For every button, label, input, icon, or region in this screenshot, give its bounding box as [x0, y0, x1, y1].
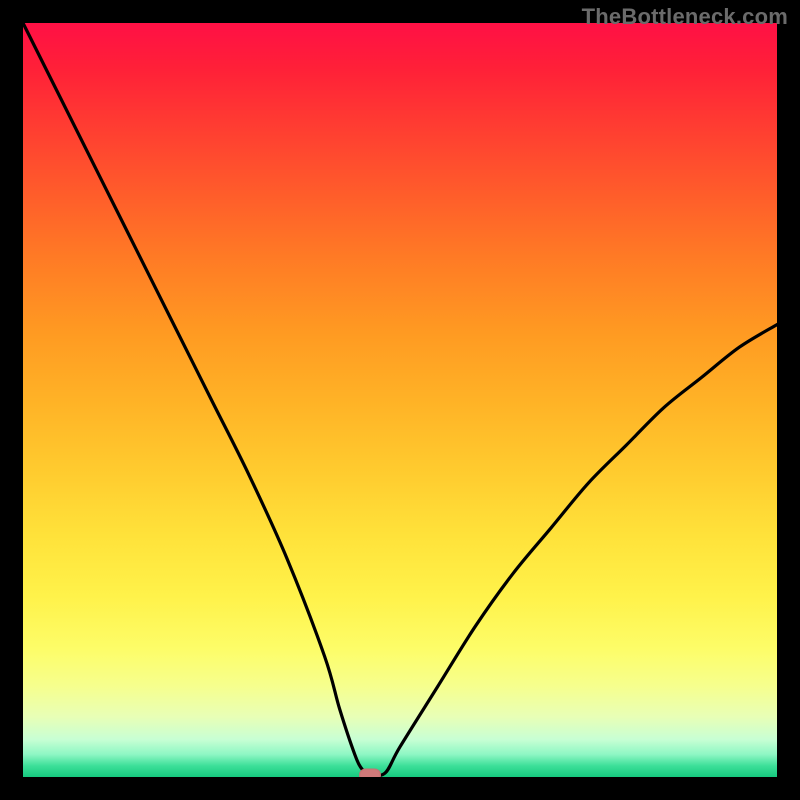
plot-area [23, 23, 777, 777]
optimal-point-marker [359, 768, 381, 777]
bottleneck-curve [23, 23, 777, 777]
curve-path [23, 23, 777, 775]
watermark-text: TheBottleneck.com [582, 4, 788, 30]
chart-frame: TheBottleneck.com [0, 0, 800, 800]
